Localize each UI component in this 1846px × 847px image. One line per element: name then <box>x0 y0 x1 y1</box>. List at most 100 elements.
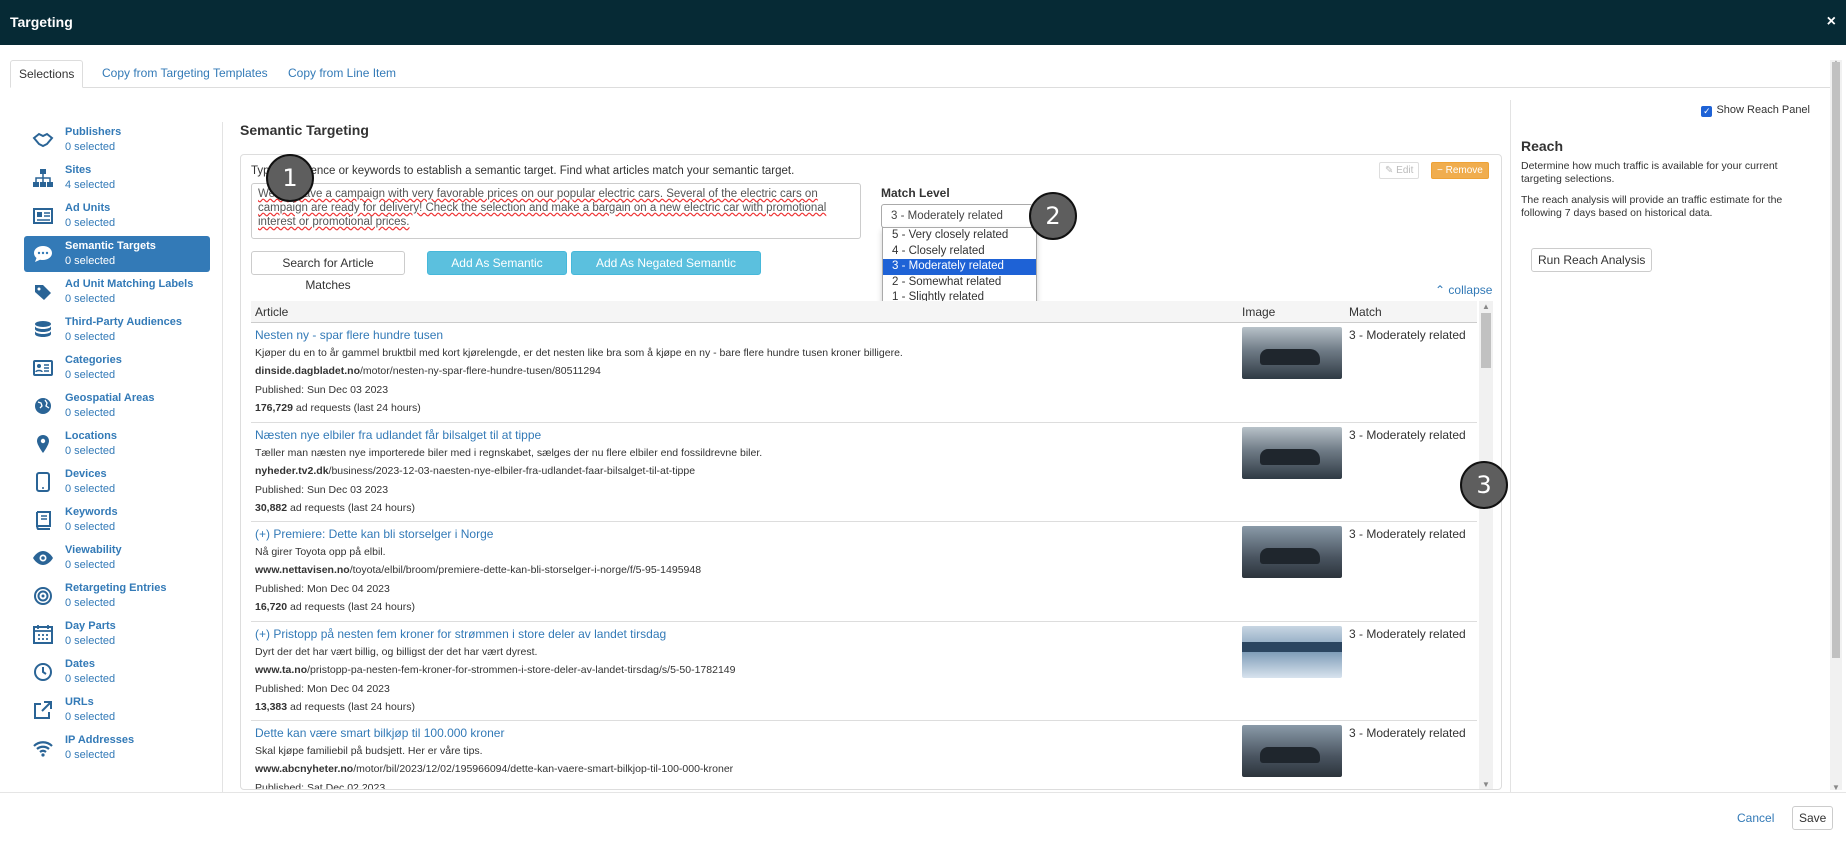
sidebar-item-count: 0 selected <box>65 559 116 571</box>
table-scrollbar[interactable]: ▲ ▼ <box>1479 301 1493 789</box>
window-title: Targeting <box>10 14 73 30</box>
request-suffix: ad requests (last 24 hours) <box>287 700 415 713</box>
article-thumbnail <box>1242 725 1342 777</box>
sidebar-item-publishers[interactable]: Publishers 0 selected <box>24 122 210 160</box>
article-path: /motor/bil/2023/12/02/195966094/dette-ka… <box>353 763 734 775</box>
semantic-text-value: We will have a campaign with very favora… <box>258 188 827 228</box>
match-level-select[interactable]: 3 - Moderately related <box>881 204 1033 228</box>
save-button[interactable]: Save <box>1792 806 1834 830</box>
external-link-icon <box>34 701 52 719</box>
sidebar-item-retargeting-entries[interactable]: Retargeting Entries 0 selected <box>24 578 210 616</box>
reach-description: Determine how much traffic is available … <box>1521 160 1778 185</box>
sidebar-item-locations[interactable]: Locations 0 selected <box>24 426 210 464</box>
search-article-matches-button[interactable]: Search for Article Matches <box>251 251 405 292</box>
sidebar-item-viewability[interactable]: Viewability 0 selected <box>24 540 210 578</box>
remove-button[interactable]: − Remove <box>1431 162 1489 179</box>
scroll-down-icon[interactable]: ▼ <box>1482 781 1490 789</box>
tab-copy-from-line-item[interactable]: Copy from Line Item <box>280 60 404 88</box>
article-description: Tæller man næsten nye importerede biler … <box>255 446 763 459</box>
sidebar-item-categories[interactable]: Categories 0 selected <box>24 350 210 388</box>
article-description: Nå girer Toyota opp på elbil. <box>255 546 386 558</box>
instructions-text: Type a sentence or keywords to establish… <box>251 165 795 177</box>
sidebar-item-ad-units[interactable]: Ad Units 0 selected <box>24 198 210 236</box>
wifi-icon <box>33 741 53 757</box>
globe-icon <box>35 398 51 414</box>
sidebar-item-urls[interactable]: URLs 0 selected <box>24 692 210 730</box>
article-title-link[interactable]: (+) Premiere: Dette kan bli storselger i… <box>255 527 493 541</box>
article-requests: 176,729 ad requests (last 24 hours) <box>255 402 421 414</box>
article-path: /motor/nesten-ny-spar-flere-hundre-tusen… <box>360 365 601 377</box>
edit-label: Edit <box>1396 165 1414 176</box>
article-match: 3 - Moderately related <box>1349 328 1466 342</box>
column-header-image: Image <box>1242 305 1276 319</box>
sidebar-item-ad-unit-matching-labels[interactable]: Ad Unit Matching Labels 0 selected <box>24 274 210 312</box>
sidebar-item-label: Day Parts <box>65 620 116 632</box>
match-level-option[interactable]: 5 - Very closely related <box>883 228 1036 244</box>
sidebar-item-third-party-audiences[interactable]: Third-Party Audiences 0 selected <box>24 312 210 350</box>
sidebar-item-count: 0 selected <box>65 521 116 533</box>
article-description: Dyrt der det har vært billig, og billigs… <box>255 645 538 658</box>
add-negated-semantic-target-button[interactable]: Add As Negated Semantic Target <box>571 251 761 292</box>
article-url: www.abcnyheter.no/motor/bil/2023/12/02/1… <box>255 763 733 775</box>
tab-copy-from-templates[interactable]: Copy from Targeting Templates <box>94 60 276 88</box>
sidebar-item-semantic-targets[interactable]: Semantic Targets 0 selected <box>24 236 210 272</box>
close-icon[interactable]: × <box>1827 13 1836 31</box>
edit-button[interactable]: ✎ Edit <box>1379 162 1420 179</box>
book-icon <box>36 511 51 530</box>
sidebar-item-geospatial-areas[interactable]: Geospatial Areas 0 selected <box>24 388 210 426</box>
reach-title: Reach <box>1521 138 1564 154</box>
article-domain: dinside.dagbladet.no <box>255 365 361 377</box>
article-title-link[interactable]: (+) Pristopp på nesten fem kroner for st… <box>255 627 666 641</box>
semantic-text-input[interactable]: We will have a campaign with very favora… <box>251 183 861 239</box>
table-header: Article Image Match <box>251 301 1477 323</box>
scroll-down-icon[interactable]: ▼ <box>1832 783 1840 792</box>
scroll-up-icon[interactable]: ▲ <box>1482 303 1490 311</box>
article-published: Published: Mon Dec 04 2023 <box>255 682 390 695</box>
article-url: www.nettavisen.no/toyota/elbil/broom/pre… <box>255 564 701 576</box>
checkmark-icon: ✓ <box>1701 106 1713 117</box>
sidebar-item-keywords[interactable]: Keywords 0 selected <box>24 502 210 540</box>
sidebar-item-dates[interactable]: Dates 0 selected <box>24 654 210 692</box>
article-thumbnail <box>1242 426 1342 479</box>
show-reach-panel-checkbox[interactable]: ✓ Show Reach Panel <box>1701 104 1810 117</box>
request-count: 176,729 <box>255 402 293 414</box>
article-published: Published: Sat Dec 02 2023 <box>255 782 386 790</box>
add-semantic-target-button[interactable]: Add As Semantic Target <box>427 251 567 292</box>
database-icon <box>35 321 51 337</box>
match-level-option[interactable]: 4 - Closely related <box>883 244 1036 260</box>
speech-bubble-icon <box>34 246 52 262</box>
article-path: /pristopp-pa-nesten-fem-kroner-for-strom… <box>307 663 736 676</box>
sidebar-item-devices[interactable]: Devices 0 selected <box>24 464 210 502</box>
sidebar-item-ip-addresses[interactable]: IP Addresses 0 selected <box>24 730 210 768</box>
table-row: Næsten nye elbiler fra udlandet får bils… <box>251 423 1477 522</box>
callout-badge: 2 <box>1029 192 1077 240</box>
tablet-icon <box>36 472 50 492</box>
article-thumbnail <box>1242 327 1342 379</box>
handshake-icon <box>32 132 54 148</box>
match-level-option-selected[interactable]: 3 - Moderately related <box>883 259 1036 275</box>
tab-selections[interactable]: Selections <box>10 60 84 88</box>
reach-panel: ✓ Show Reach Panel Reach Determine how mu… <box>1510 100 1810 796</box>
scrollbar-thumb[interactable] <box>1832 62 1840 658</box>
page-scrollbar[interactable]: ▲ ▼ <box>1830 58 1842 792</box>
match-level-value: 3 - Moderately related <box>891 210 1003 222</box>
match-level-option[interactable]: 2 - Somewhat related <box>883 275 1036 291</box>
run-reach-analysis-button[interactable]: Run Reach Analysis <box>1531 248 1653 272</box>
collapse-link[interactable]: ⌃ collapse <box>1435 283 1492 297</box>
sidebar-item-sites[interactable]: Sites 4 selected <box>24 160 210 198</box>
article-title-link[interactable]: Nesten ny - spar flere hundre tusen <box>255 328 443 342</box>
sidebar-item-count: 0 selected <box>65 255 116 267</box>
request-count: 13,383 <box>255 700 288 713</box>
article-title-link[interactable]: Dette kan være smart bilkjøp til 100.000… <box>255 726 504 740</box>
article-requests: 30,882 ad requests (last 24 hours) <box>255 502 415 514</box>
request-count: 30,882 <box>255 501 288 514</box>
cancel-button[interactable]: Cancel <box>1737 811 1774 825</box>
sidebar-item-day-parts[interactable]: Day Parts 0 selected <box>24 616 210 654</box>
sidebar-item-count: 0 selected <box>65 673 116 685</box>
tab-bar: Selections Copy from Targeting Templates… <box>10 60 1836 88</box>
article-title-link[interactable]: Næsten nye elbiler fra udlandet får bils… <box>255 428 541 442</box>
table-row: Dette kan være smart bilkjøp til 100.000… <box>251 721 1477 790</box>
id-card-icon <box>33 360 53 376</box>
scrollbar-thumb[interactable] <box>1481 313 1491 368</box>
sidebar-item-count: 0 selected <box>65 711 116 723</box>
